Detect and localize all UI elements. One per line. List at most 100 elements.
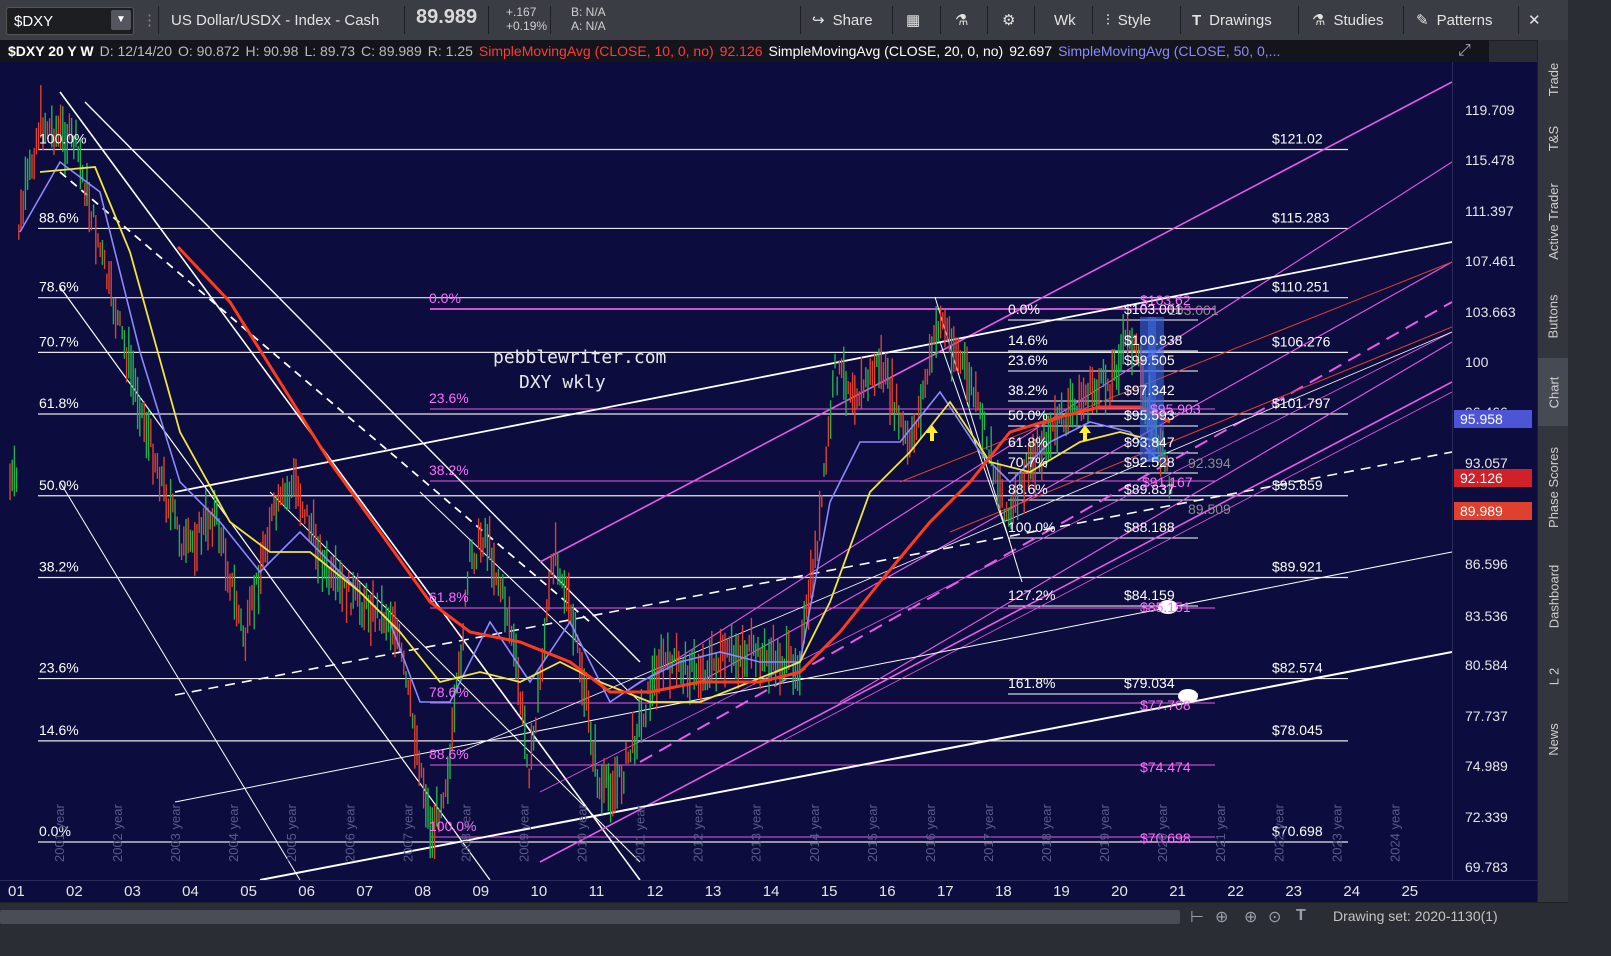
time-axis-label: 02 [66, 883, 83, 900]
scroll-left-icon[interactable]: ⊢ [1190, 907, 1204, 927]
time-axis-label: 15 [820, 883, 838, 900]
fib-level-pct: 61.8% [39, 395, 79, 411]
drawings-button[interactable]: T Drawings [1192, 0, 1272, 40]
change-value: +.167 [506, 5, 537, 19]
watermark-line2: DXY wkly [519, 372, 606, 393]
time-axis-label: 07 [356, 883, 374, 900]
grid-icon[interactable]: ▦ [906, 0, 920, 40]
reset-zoom-icon[interactable]: ⊙ [1268, 907, 1281, 927]
year-label: 2011 year [633, 804, 648, 862]
style-button[interactable]: ⫶ Style [1106, 0, 1151, 40]
side-tab-label: Phase Scores [1546, 446, 1561, 528]
side-tab-trade[interactable]: Trade [1538, 48, 1569, 110]
flask-icon[interactable]: ⚗ [955, 0, 968, 40]
period-button[interactable]: Wk [1054, 0, 1076, 40]
time-axis-label: 06 [298, 883, 315, 900]
symbol-text: $DXY [14, 13, 54, 30]
share-button[interactable]: ↪ Share [812, 0, 873, 40]
studies-button[interactable]: ⚗ Studies [1312, 0, 1384, 40]
gear-icon[interactable]: ⚙ [1002, 0, 1015, 40]
top-toolbar: $DXY ▼ ⋮ US Dollar/USDX - Index - Cash 8… [0, 0, 1611, 41]
sma10-label[interactable]: SimpleMovingAvg (CLOSE, 10, 0, no) [479, 43, 714, 59]
change-percent: +0.19% [506, 19, 548, 33]
price-axis[interactable]: 119.709115.478111.397107.461103.66310096… [1452, 62, 1538, 880]
link-icon[interactable]: ⋮ [142, 0, 157, 40]
bid-value: B: N/A [571, 5, 606, 19]
time-axis-label: 21 [1169, 883, 1186, 900]
pink-fib-pct: 0.0% [429, 290, 461, 306]
year-label: 2017 year [981, 804, 996, 862]
pink-fib-pct: 23.6% [429, 390, 469, 406]
chevron-down-icon[interactable]: ▼ [111, 10, 131, 30]
small-fib-pct: 61.8% [1008, 434, 1048, 450]
symbol-selector[interactable]: $DXY ▼ [6, 7, 134, 35]
chart-canvas: 100.0% $121.02 88.6% $115.283 78.6% $110.251 7… [9, 81, 1452, 880]
small-fib-pct: 100.0% [1008, 519, 1055, 535]
year-label: 2001 year [52, 804, 67, 862]
chart-info-bar: $DXY 20 Y W D: 12/14/20 O: 90.872 H: 90.98 L… [0, 40, 1489, 62]
time-axis-label: 08 [414, 883, 432, 900]
small-fib-pct: 0.0% [1008, 301, 1040, 317]
fib-level-pct: 88.6% [39, 209, 79, 225]
price-axis-label: 86.596 [1465, 556, 1508, 572]
side-tab-label: Buttons [1546, 293, 1561, 339]
fib-level-pct: 100.0% [39, 131, 86, 147]
pink-fib-price: $77.708 [1140, 697, 1191, 713]
time-axis[interactable]: 01 02 03 04 05 06 07 08 09 10 11 12 13 14 15 16 17 18 19 20… [0, 880, 1537, 903]
price-axis-label: 74.989 [1465, 758, 1508, 774]
side-tab-buttons[interactable]: Buttons [1538, 280, 1569, 352]
right-side-panel: Trade T&S Active Trader Buttons Chart Phase S… [1537, 40, 1569, 902]
patterns-button[interactable]: ✎ Patterns [1416, 0, 1492, 40]
side-tab-news[interactable]: News [1538, 706, 1569, 772]
horizontal-scrollbar[interactable] [0, 910, 1180, 924]
pink-price-label: $95.903 [1150, 401, 1201, 417]
date-value: D: 12/14/20 [99, 43, 172, 59]
text-tool-icon[interactable]: T [1296, 907, 1306, 925]
up-arrow-marker [926, 425, 938, 441]
side-tab-l-2[interactable]: L 2 [1538, 652, 1569, 700]
gray-price-label: 103.001 [1168, 302, 1219, 318]
sma20-label[interactable]: SimpleMovingAvg (CLOSE, 20, 0, no) [768, 43, 1003, 59]
price-axis-label: 72.339 [1465, 809, 1508, 825]
small-fib-pct: 127.2% [1008, 587, 1055, 603]
close-icon[interactable]: ✕ [1528, 0, 1541, 40]
year-label: 2014 year [807, 804, 822, 862]
small-fib-pct: 23.6% [1008, 352, 1048, 368]
sma50-label[interactable]: SimpleMovingAvg (CLOSE, 50, 0,... [1058, 43, 1280, 59]
share-label: Share [832, 11, 873, 29]
side-tab-t-s[interactable]: T&S [1538, 114, 1569, 162]
time-axis-label: 22 [1227, 883, 1244, 900]
studies-label: Studies [1333, 11, 1384, 29]
time-axis-label: 10 [530, 883, 548, 900]
year-label: 2003 year [168, 804, 183, 862]
small-fib-price: $100.838 [1124, 332, 1183, 348]
side-tab-label: News [1546, 722, 1562, 756]
side-tab-chart[interactable]: Chart [1538, 358, 1569, 426]
time-axis-label: 03 [124, 883, 141, 900]
gray-price-label: 89.509 [1188, 501, 1231, 517]
price-axis-label: 69.783 [1465, 859, 1508, 875]
zoom-in-icon[interactable]: ⊕ [1244, 907, 1257, 927]
year-label: 2004 year [226, 804, 241, 862]
window-edge [1568, 0, 1611, 956]
side-tab-phase-scores[interactable]: Phase Scores [1538, 432, 1569, 542]
fib-level-pct: 14.6% [39, 722, 79, 738]
year-label: 2019 year [1097, 804, 1112, 862]
watermark: pebblewriter.com DXY wkly [493, 345, 666, 395]
year-label: 2018 year [1039, 804, 1054, 862]
small-fib-price: $92.528 [1124, 454, 1175, 470]
drawing-set[interactable]: Drawing set: 2020-1130(1) [1333, 908, 1498, 924]
small-fib-price: $84.159 [1124, 587, 1175, 603]
time-axis-label: 16 [878, 883, 896, 900]
zoom-out-icon[interactable]: ⊕ [1215, 907, 1228, 927]
side-tab-active-trader[interactable]: Active Trader [1538, 166, 1569, 276]
small-fib-pct: 38.2% [1008, 382, 1048, 398]
price-axis-label: 111.397 [1465, 203, 1514, 219]
trend-line [699, 261, 1452, 683]
trend-line [609, 161, 1452, 703]
close-value: C: 89.989 [361, 43, 422, 59]
year-label: 2010 year [575, 804, 590, 862]
expand-icon[interactable]: ⤢ [1458, 42, 1471, 60]
side-tab-dashboard[interactable]: Dashboard [1538, 548, 1569, 644]
price-chart[interactable]: 100.0% $121.02 88.6% $115.283 78.6% $110.251 7… [0, 62, 1452, 880]
